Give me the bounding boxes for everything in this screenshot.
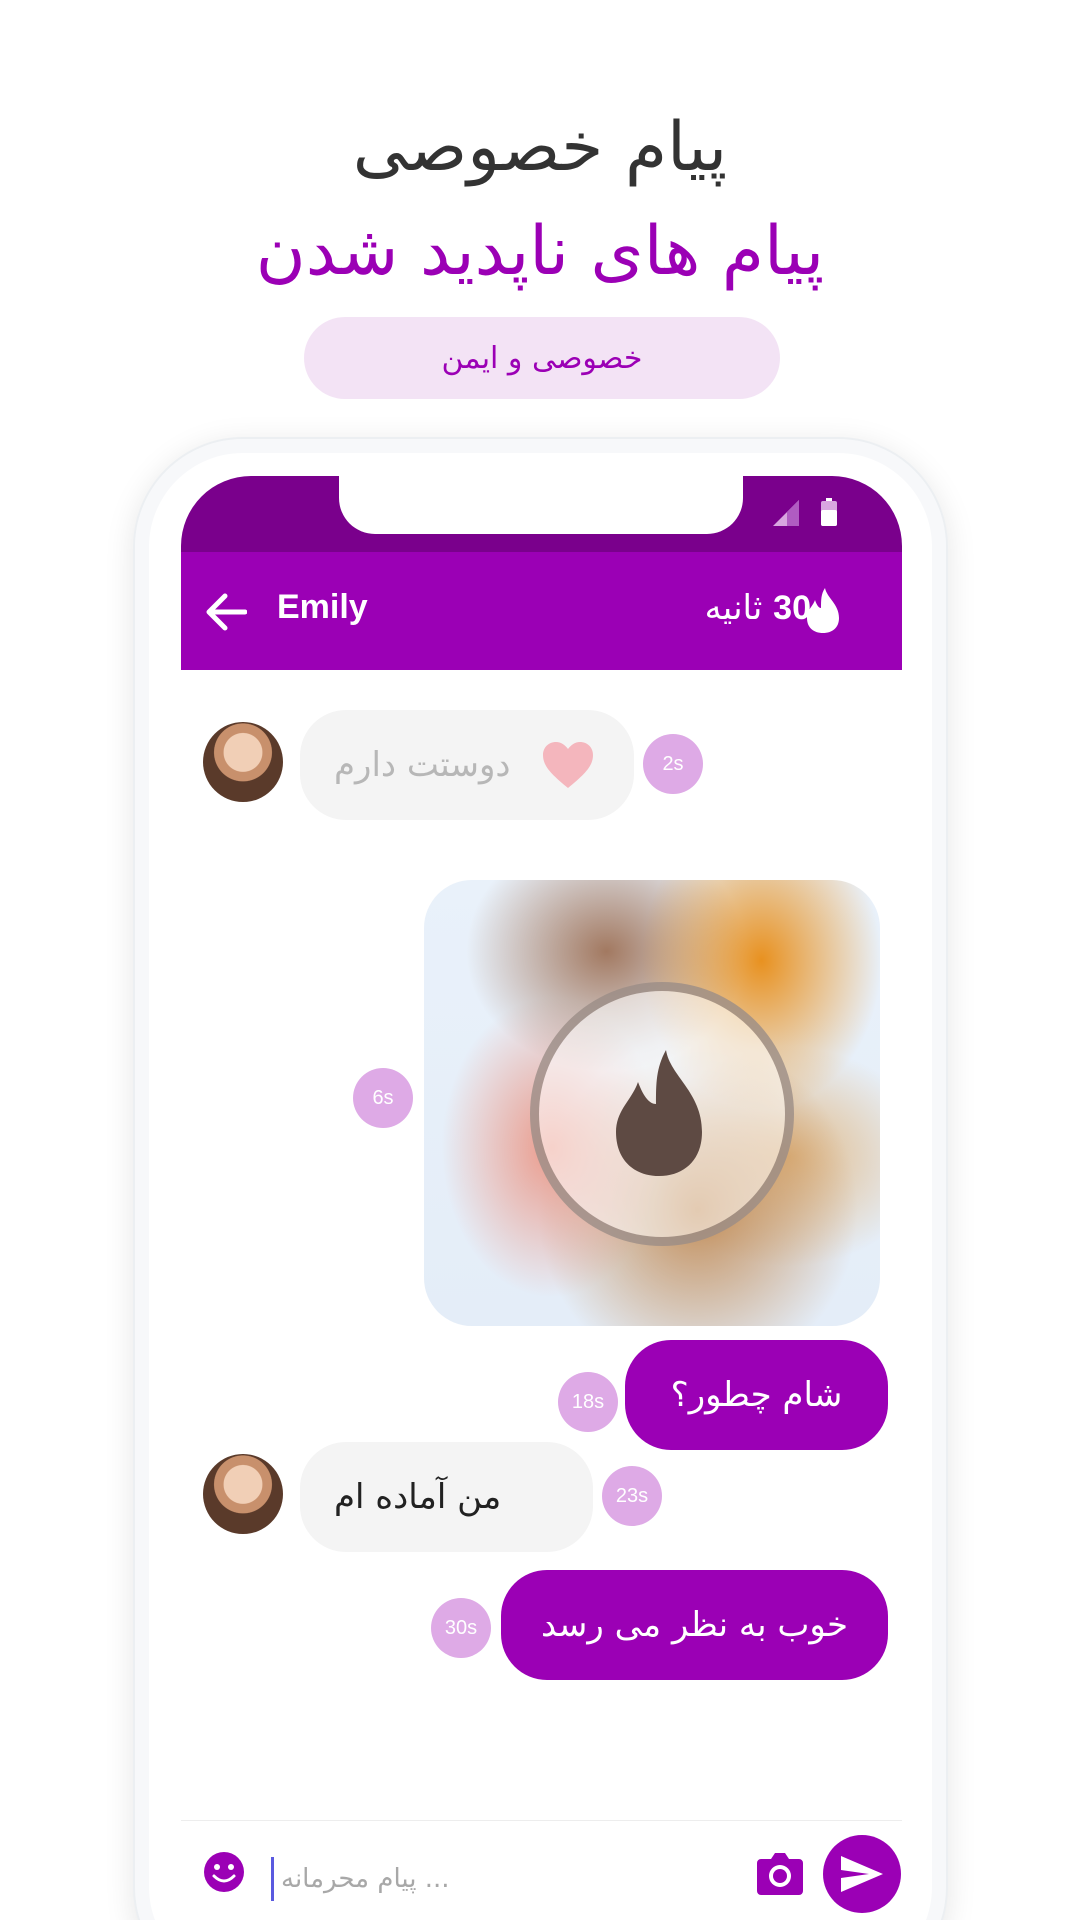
contact-avatar[interactable] [203,722,283,802]
message-text: دوستت دارم [334,745,511,785]
message-timer-badge: 18s [558,1372,618,1432]
status-bar [181,476,902,552]
message-timer-badge: 2s [643,734,703,794]
timer-unit: ثانیه [704,588,763,628]
message-text: خوب به نظر می رسد [541,1605,848,1645]
promo-subheadline: پیام های ناپدید شدن [255,212,825,291]
message-composer [181,1820,902,1920]
phone-notch [339,476,743,534]
chat-header: Emily 30 ثانیه [181,552,902,670]
message-timer-badge: 6s [353,1068,413,1128]
self-destruct-timer: 30 ثانیه [631,588,811,628]
message-bubble-outgoing[interactable]: خوب به نظر می رسد [501,1570,888,1680]
message-timer-badge: 30s [431,1598,491,1658]
promo-headline: پیام خصوصی [352,108,728,187]
flame-icon [616,1050,702,1176]
message-list[interactable]: دوستت دارم 2s 6s 18s شام چطور؟ من آماده … [181,670,902,1820]
send-button[interactable] [823,1835,901,1913]
contact-avatar[interactable] [203,1454,283,1534]
back-arrow-icon[interactable] [205,592,247,632]
hidden-photo-message[interactable] [424,880,880,1326]
battery-icon [821,498,837,526]
flame-icon[interactable] [803,586,843,634]
emoji-icon[interactable] [203,1851,245,1893]
message-input[interactable] [281,1851,641,1907]
message-bubble-incoming[interactable]: دوستت دارم [300,710,634,820]
text-cursor [271,1857,274,1901]
contact-name: Emily [277,588,368,626]
promo-screen: پیام خصوصی پیام های ناپدید شدن خصوصی و ا… [0,0,1080,1920]
signal-icon [773,500,799,526]
send-icon [841,1856,883,1892]
message-bubble-incoming[interactable]: من آماده ام [300,1442,593,1552]
message-timer-badge: 23s [602,1466,662,1526]
promo-badge: خصوصی و ایمن [304,317,780,399]
camera-icon[interactable] [757,1853,803,1895]
message-bubble-outgoing[interactable]: شام چطور؟ [625,1340,888,1450]
phone-screen: Emily 30 ثانیه دوستت دارم 2s 6s 18s شام … [181,476,902,1920]
heart-icon [542,742,593,788]
message-text: شام چطور؟ [670,1375,843,1415]
message-text: من آماده ام [334,1477,502,1517]
